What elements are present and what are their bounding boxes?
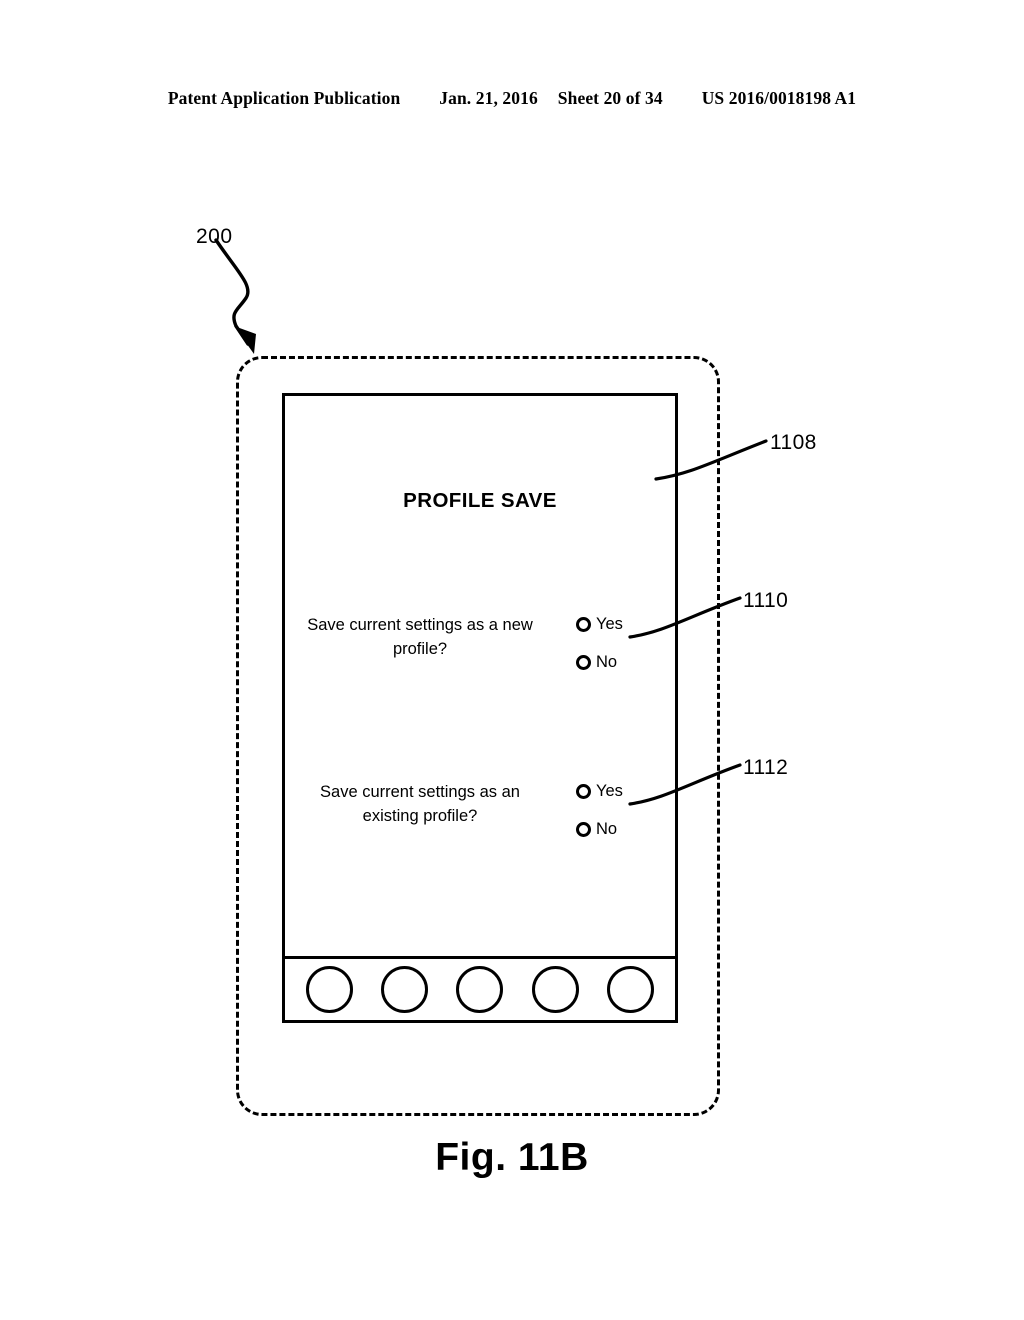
question-row-existing-profile: Save current settings as an existing pro… [285,772,675,852]
figure-11b: 200 PROFILE SAVE Save current settings a… [0,0,1024,1320]
radio-option-existing-profile-no[interactable]: No [576,810,676,848]
radio-circle-icon[interactable] [576,654,591,670]
hardware-button[interactable] [306,966,354,1013]
radio-circle-icon[interactable] [576,783,591,799]
hardware-button-bar [285,956,675,1020]
reference-numeral-1110: 1110 [743,589,789,612]
question-text-existing-profile: Save current settings as an existing pro… [320,783,520,825]
radio-option-existing-profile-yes[interactable]: Yes [576,772,676,810]
hardware-button[interactable] [456,966,504,1013]
radio-group-existing-profile: Yes No [576,772,676,848]
reference-arrow-200 [214,238,256,354]
reference-numeral-1108: 1108 [770,431,817,454]
screen-title: PROFILE SAVE [403,489,557,512]
figure-caption: Fig. 11B [435,1136,589,1179]
radio-option-new-profile-yes[interactable]: Yes [576,605,676,643]
hardware-button[interactable] [381,966,429,1013]
device-screen: PROFILE SAVE Save current settings as a … [282,393,678,1023]
radio-circle-icon[interactable] [576,616,591,632]
radio-group-new-profile: Yes No [576,605,676,681]
hardware-button[interactable] [606,966,654,1013]
reference-numeral-1112: 1112 [743,756,789,779]
radio-label: Yes [596,615,623,633]
hardware-button[interactable] [531,966,579,1013]
radio-circle-icon[interactable] [576,821,591,837]
radio-label: No [596,653,618,671]
question-row-new-profile: Save current settings as a new profile? … [285,605,675,685]
question-text-new-profile: Save current settings as a new profile? [307,616,533,658]
radio-label: Yes [596,782,623,800]
radio-label: No [596,820,618,838]
radio-option-new-profile-no[interactable]: No [576,643,676,681]
